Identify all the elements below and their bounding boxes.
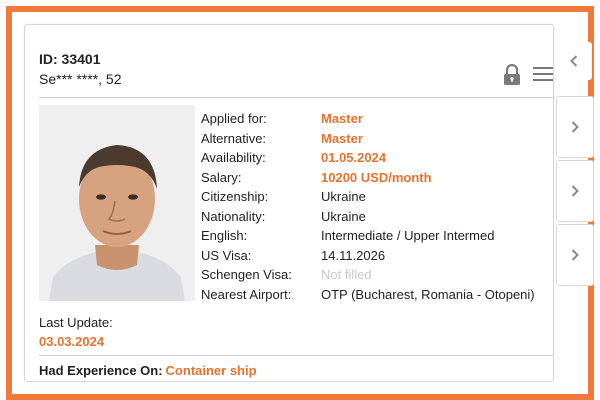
field-values: Master Master 01.05.2024 10200 USD/month…: [321, 109, 545, 304]
chevron-right-icon: [571, 185, 579, 197]
citizenship-label: Citizenship:: [201, 189, 269, 204]
nearest-airport-label: Nearest Airport:: [201, 286, 292, 302]
us-visa-value: 14.11.2026: [321, 247, 386, 263]
candidate-card: ID: 33401 Se*** ****, 52 Last Update: 03…: [24, 24, 554, 382]
nationality-label: Nationality:: [201, 208, 266, 224]
experience-value: Container ship: [165, 363, 257, 378]
collapse-button[interactable]: [556, 42, 592, 80]
schengen-visa-value: Not filled: [321, 267, 372, 282]
candidate-name-age: Se*** ****, 52: [39, 71, 122, 87]
applied-for-label: Applied for:: [201, 111, 267, 126]
highlight-frame: ID: 33401 Se*** ****, 52 Last Update: 03…: [6, 6, 594, 400]
us-visa-label: US Visa:: [201, 247, 252, 263]
chevron-right-icon: [571, 121, 579, 133]
side-tab-1[interactable]: [556, 96, 594, 158]
side-tab-3[interactable]: [556, 224, 594, 286]
english-value: Intermediate / Upper Intermed: [321, 228, 495, 243]
last-update-label: Last Update:: [39, 315, 113, 330]
nearest-airport-value: OTP (Bucharest, Romania - Otopeni): [321, 286, 535, 302]
candidate-photo: [39, 105, 195, 301]
citizenship-value: Ukraine: [321, 189, 366, 204]
availability-value: 01.05.2024: [321, 150, 387, 165]
field-labels: Applied for: Alternative: Availability: …: [201, 109, 292, 304]
salary-value: 10200 USD/month: [321, 169, 432, 185]
schengen-visa-label: Schengen Visa:: [201, 267, 292, 282]
english-label: English:: [201, 228, 248, 243]
candidate-id: ID: 33401: [39, 51, 101, 67]
lock-icon[interactable]: [503, 64, 521, 86]
chevron-left-icon: [570, 55, 578, 67]
side-tab-2[interactable]: [556, 160, 594, 222]
alternative-value: Master: [321, 130, 363, 146]
hamburger-menu-icon[interactable]: [533, 67, 553, 83]
applied-for-value: Master: [321, 111, 363, 126]
salary-label: Salary:: [201, 169, 242, 185]
experience-label: Had Experience On:: [39, 363, 163, 378]
footer-divider: [39, 355, 553, 356]
nationality-value: Ukraine: [321, 208, 366, 224]
experience-line: Had Experience On: Container ship: [39, 363, 257, 378]
last-update-value: 03.03.2024: [39, 334, 105, 349]
header-divider: [39, 97, 553, 98]
availability-label: Availability:: [201, 150, 266, 165]
chevron-right-icon: [571, 249, 579, 261]
alternative-label: Alternative:: [201, 130, 267, 146]
